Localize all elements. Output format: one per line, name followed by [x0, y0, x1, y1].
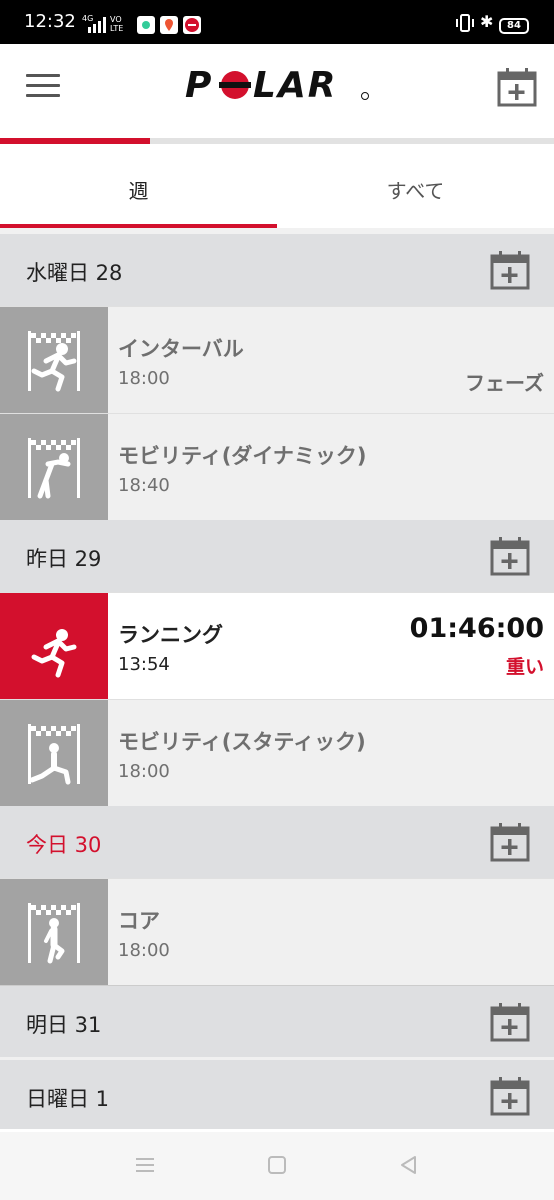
svg-text:LAR: LAR	[253, 65, 338, 106]
day-title: 今日 30	[26, 833, 102, 857]
training-item-completed[interactable]: ランニング 13:54 01:46:00 重い	[0, 592, 554, 699]
status-time: 12:32	[24, 11, 76, 32]
maps-notification-icon	[160, 16, 178, 34]
training-item[interactable]: モビリティ(ダイナミック) 18:40	[0, 413, 554, 520]
training-time: 18:00	[118, 368, 170, 389]
day-header-today: 今日 30	[0, 806, 554, 878]
day-title: 水曜日 28	[26, 261, 123, 285]
mobility-static-icon	[0, 700, 108, 806]
training-time: 13:54	[118, 654, 170, 675]
bluetooth-icon: ✱	[480, 12, 494, 31]
tab-bar: 週 すべて	[0, 144, 554, 230]
add-to-calendar-icon[interactable]	[490, 1076, 530, 1116]
training-name: モビリティ(スタティック)	[118, 730, 366, 754]
polar-logo: P LAR	[185, 65, 369, 106]
day-title: 日曜日 1	[26, 1087, 110, 1111]
day-header: 日曜日 1	[0, 1057, 554, 1129]
day-title: 昨日 29	[26, 547, 102, 571]
svg-text:P: P	[185, 65, 213, 106]
add-to-calendar-icon[interactable]	[490, 250, 530, 290]
training-time: 18:00	[118, 761, 170, 782]
signal-icon	[88, 17, 106, 33]
running-icon	[0, 593, 108, 699]
tab-all[interactable]: すべて	[277, 144, 554, 230]
battery-indicator: 84	[499, 18, 529, 34]
volte-indicator: VO LTE	[110, 15, 124, 33]
add-to-calendar-icon[interactable]	[490, 822, 530, 862]
day-header: 水曜日 28	[0, 234, 554, 306]
training-item[interactable]: インターバル 18:00 フェーズ	[0, 306, 554, 413]
training-item[interactable]: モビリティ(スタティック) 18:00	[0, 699, 554, 806]
training-name: コア	[118, 909, 160, 933]
mobility-dynamic-icon	[0, 414, 108, 520]
add-to-calendar-icon[interactable]	[490, 1002, 530, 1042]
training-phase-tag: フェーズ	[465, 371, 544, 395]
interval-run-icon	[0, 307, 108, 413]
core-icon	[0, 879, 108, 985]
app-header: P LAR	[0, 44, 554, 138]
vibrate-icon	[456, 14, 474, 32]
training-time: 18:00	[118, 940, 170, 961]
training-time: 18:40	[118, 475, 170, 496]
training-name: インターバル	[118, 337, 244, 361]
polar-notification-icon	[183, 16, 201, 34]
training-duration: 01:46:00	[409, 613, 544, 644]
day-title: 明日 31	[26, 1013, 102, 1037]
system-navigation-bar	[0, 1132, 554, 1200]
tab-week[interactable]: 週	[0, 144, 277, 230]
day-header: 明日 31	[0, 985, 554, 1057]
home-icon[interactable]	[266, 1154, 288, 1176]
add-to-calendar-icon[interactable]	[497, 67, 537, 107]
back-icon[interactable]	[398, 1154, 420, 1176]
training-load-badge: 重い	[505, 656, 544, 678]
training-list: 水曜日 28 インターバル 18:00 フェーズ モビリティ(ダイナミック) 1…	[0, 234, 554, 1129]
day-header: 昨日 29	[0, 520, 554, 592]
training-name: ランニング	[118, 623, 223, 647]
hamburger-menu-button[interactable]	[26, 74, 60, 102]
recent-apps-icon[interactable]	[134, 1154, 156, 1176]
training-item[interactable]: コア 18:00	[0, 878, 554, 985]
status-bar: 12:32 4G VO LTE ✱ 84	[0, 0, 554, 44]
add-to-calendar-icon[interactable]	[490, 536, 530, 576]
app-notification-icon	[137, 16, 155, 34]
training-name: モビリティ(ダイナミック)	[118, 444, 367, 468]
